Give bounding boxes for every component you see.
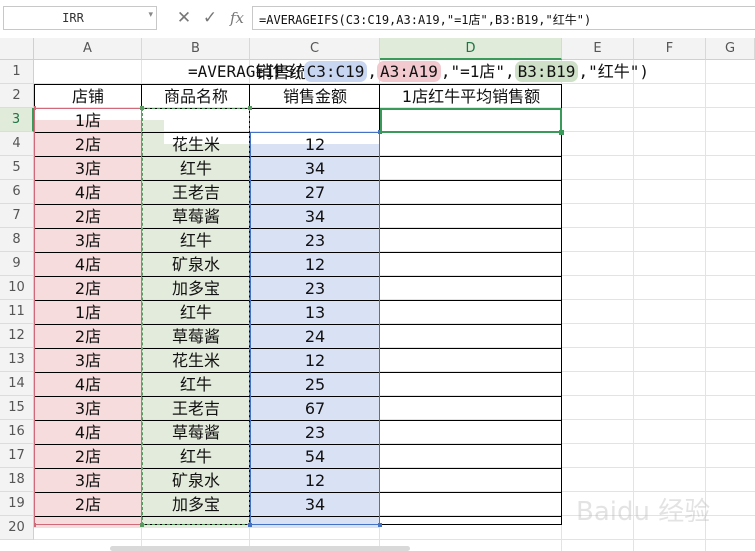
formula-text: =AVERAGEIFS(C3:C19,A3:A19,"=1店",B3:B19,"…	[259, 13, 592, 27]
row-header-11[interactable]: 11	[0, 300, 34, 324]
column-header-g[interactable]: G	[706, 38, 755, 60]
select-all-corner[interactable]	[0, 38, 34, 60]
row-header-2[interactable]: 2	[0, 84, 34, 108]
active-cell-d3[interactable]	[380, 108, 562, 133]
formula-separator: ,	[367, 62, 378, 81]
row-header-6[interactable]: 6	[0, 180, 34, 204]
column-header-b[interactable]: B	[142, 38, 250, 60]
range-handle[interactable]	[140, 523, 144, 527]
name-box[interactable]: IRR ▾	[3, 6, 157, 30]
column-header-f[interactable]: F	[634, 38, 706, 60]
formula-input[interactable]: =AVERAGEIFS(C3:C19,A3:A19,"=1店",B3:B19,"…	[252, 6, 755, 30]
watermark-text: Baidu 经验	[576, 497, 710, 527]
formula-criteria-1: ,"=1店",	[440, 62, 515, 81]
row-header-16[interactable]: 16	[0, 420, 34, 444]
header-amount[interactable]: 销售金额	[250, 85, 380, 108]
range-handle[interactable]	[378, 523, 382, 527]
row-header-15[interactable]: 15	[0, 396, 34, 420]
row-header-17[interactable]: 17	[0, 444, 34, 468]
row-header-13[interactable]: 13	[0, 348, 34, 372]
row-header-3[interactable]: 3	[0, 108, 34, 132]
row-header-20[interactable]: 20	[0, 516, 34, 540]
row-header-4[interactable]: 4	[0, 132, 34, 156]
row-header-5[interactable]: 5	[0, 156, 34, 180]
range-outline-b	[142, 108, 250, 525]
spreadsheet-grid[interactable]: 销售统计表 店铺 商品名称 销售金额 1店红牛平均销售额 1店 2店 花生米 1…	[34, 60, 755, 551]
row-header-14[interactable]: 14	[0, 372, 34, 396]
formula-criteria-2: ,"红牛")	[578, 62, 649, 81]
row-header-7[interactable]: 7	[0, 204, 34, 228]
baidu-jingyan-watermark: Baidu 经验	[576, 497, 710, 527]
row-header-1[interactable]: 1	[0, 60, 34, 84]
row-header-9[interactable]: 9	[0, 252, 34, 276]
cancel-icon[interactable]: ✕	[173, 6, 195, 30]
column-header-c[interactable]: C	[250, 38, 380, 60]
fill-handle[interactable]	[559, 130, 564, 135]
chevron-down-icon[interactable]: ▾	[148, 10, 153, 20]
name-box-value: IRR	[62, 11, 84, 25]
range-handle[interactable]	[248, 106, 252, 110]
in-cell-formula-editor[interactable]: =AVERAGEIFS(C3:C19, A3:A19 ,"=1店", B3:B19 ,"…	[188, 60, 649, 84]
range-handle[interactable]	[34, 106, 36, 110]
formula-prefix: =AVERAGEIFS(	[188, 62, 304, 81]
insert-function-button[interactable]: fx	[226, 6, 248, 30]
range-handle[interactable]	[34, 523, 36, 527]
column-header-e[interactable]: E	[562, 38, 634, 60]
column-header-a[interactable]: A	[34, 38, 142, 60]
row-header-10[interactable]: 10	[0, 276, 34, 300]
range-outline-a	[34, 108, 142, 525]
range-outline-c	[250, 132, 380, 525]
formula-ref-a: A3:A19	[377, 61, 441, 82]
column-header-d[interactable]: D	[380, 38, 562, 60]
range-handle[interactable]	[248, 523, 252, 527]
row-header-18[interactable]: 18	[0, 468, 34, 492]
formula-ref-c: C3:C19	[303, 61, 368, 82]
row-header-12[interactable]: 12	[0, 324, 34, 348]
header-average[interactable]: 1店红牛平均销售额	[380, 85, 562, 108]
row-header-19[interactable]: 19	[0, 492, 34, 516]
header-store[interactable]: 店铺	[34, 85, 142, 108]
row-header-8[interactable]: 8	[0, 228, 34, 252]
confirm-icon[interactable]: ✓	[199, 6, 221, 30]
range-handle[interactable]	[140, 106, 144, 110]
horizontal-scrollbar[interactable]	[110, 546, 410, 551]
formula-ref-b: B3:B19	[514, 61, 579, 82]
header-product[interactable]: 商品名称	[142, 85, 250, 108]
formula-bar: IRR ▾ ✕ ✓ fx =AVERAGEIFS(C3:C19,A3:A19,"…	[0, 0, 755, 39]
